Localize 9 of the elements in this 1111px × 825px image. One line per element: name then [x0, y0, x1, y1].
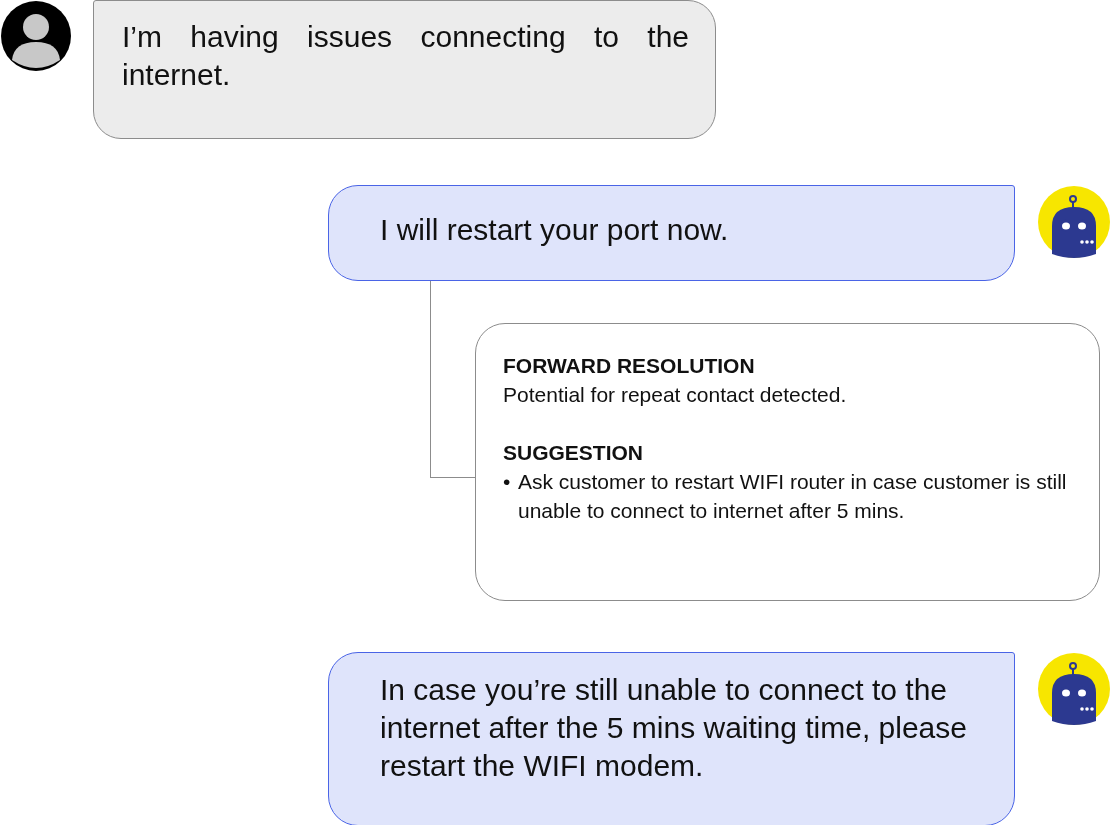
section-heading: FORWARD RESOLUTION: [503, 353, 756, 379]
section-heading: SUGGESTION: [503, 440, 645, 466]
bot-message: I will restart your port now.: [328, 185, 1015, 281]
user-avatar-icon: [0, 0, 72, 72]
user-message: I’m having issues connecting to the internet.: [93, 0, 716, 139]
bot-message: In case you’re still unable to connect to the internet after the 5 mins waiting time, please restart the WIFI modem.: [328, 652, 1015, 825]
bullet-text: Ask customer to restart WIFI router in case customer is still unable to connect to internet after 5 mins.: [518, 469, 1068, 524]
section-text: Potential for repeat contact detected.: [503, 382, 848, 408]
bullet-marker: •: [503, 469, 512, 495]
